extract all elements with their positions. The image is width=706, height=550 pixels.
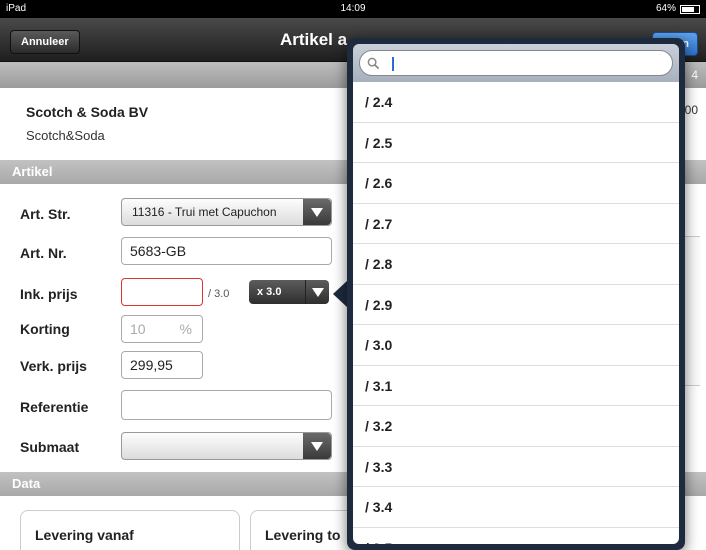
list-item[interactable]: / 2.5 — [353, 123, 679, 163]
submaat-label: Submaat — [20, 439, 80, 455]
company-brand: Scotch&Soda — [26, 128, 105, 143]
list-item[interactable]: / 2.8 — [353, 244, 679, 285]
search-icon — [367, 57, 380, 70]
levering-tot-label: Levering to — [265, 527, 341, 543]
art-str-label: Art. Str. — [20, 206, 71, 222]
battery-percent: 64% — [655, 3, 676, 14]
list-item[interactable]: / 3.0 — [353, 325, 679, 366]
list-item[interactable]: / 3.4 — [353, 487, 679, 528]
page-title: Artikel a — [280, 30, 348, 49]
list-item[interactable]: / 2.9 — [353, 285, 679, 325]
levering-vanaf-label: Levering vanaf — [35, 527, 134, 543]
list-item[interactable]: / 3.5 — [353, 528, 679, 545]
text-cursor — [392, 57, 394, 71]
divisor-popover: / 2.4/ 2.5/ 2.6/ 2.7/ 2.8/ 2.9/ 3.0/ 3.1… — [347, 38, 685, 550]
cancel-button[interactable]: Annuleer — [10, 30, 80, 54]
list-item[interactable]: / 2.4 — [353, 82, 679, 123]
art-str-value: 11316 - Trui met Capuchon — [132, 205, 277, 219]
levering-vanaf-card[interactable]: Levering vanaf — [20, 510, 240, 550]
list-item[interactable]: / 3.2 — [353, 406, 679, 447]
art-nr-field[interactable]: 5683-GB — [121, 237, 332, 265]
multiplier-select[interactable]: x 3.0 — [249, 280, 329, 304]
chevron-down-icon — [303, 433, 331, 459]
popover-pointer — [333, 280, 348, 308]
korting-field[interactable]: 10 % — [121, 315, 203, 343]
referentie-field[interactable] — [121, 390, 332, 420]
battery-icon — [680, 5, 700, 14]
divisor-list: / 2.4/ 2.5/ 2.6/ 2.7/ 2.8/ 2.9/ 3.0/ 3.1… — [353, 82, 679, 544]
list-item[interactable]: / 2.6 — [353, 163, 679, 204]
ink-prijs-field[interactable] — [121, 278, 203, 306]
submaat-select[interactable] — [121, 432, 332, 460]
multiplier-value: x 3.0 — [257, 286, 282, 298]
search-input[interactable] — [359, 50, 673, 76]
search-bar — [353, 44, 679, 82]
art-nr-label: Art. Nr. — [20, 245, 67, 261]
chevron-down-icon — [305, 280, 329, 304]
list-item[interactable]: / 3.1 — [353, 366, 679, 406]
referentie-label: Referentie — [20, 399, 89, 415]
list-item[interactable]: / 2.7 — [353, 204, 679, 244]
ink-prijs-label: Ink. prijs — [20, 286, 78, 302]
korting-suffix: % — [179, 321, 192, 337]
list-item[interactable]: / 3.3 — [353, 447, 679, 487]
company-name: Scotch & Soda BV — [26, 104, 149, 120]
chevron-down-icon — [303, 199, 331, 225]
side-value: 00 — [684, 103, 698, 117]
ink-prijs-divisor: / 3.0 — [208, 288, 230, 300]
korting-value: 10 — [130, 321, 146, 337]
clock: 14:09 — [340, 3, 366, 14]
verk-prijs-field[interactable]: 299,95 — [121, 351, 203, 379]
band-number: 4 — [691, 68, 698, 82]
status-bar: iPad 14:09 64% — [0, 0, 706, 18]
art-str-select[interactable]: 11316 - Trui met Capuchon — [121, 198, 332, 226]
verk-prijs-label: Verk. prijs — [20, 358, 87, 374]
korting-label: Korting — [20, 321, 70, 337]
